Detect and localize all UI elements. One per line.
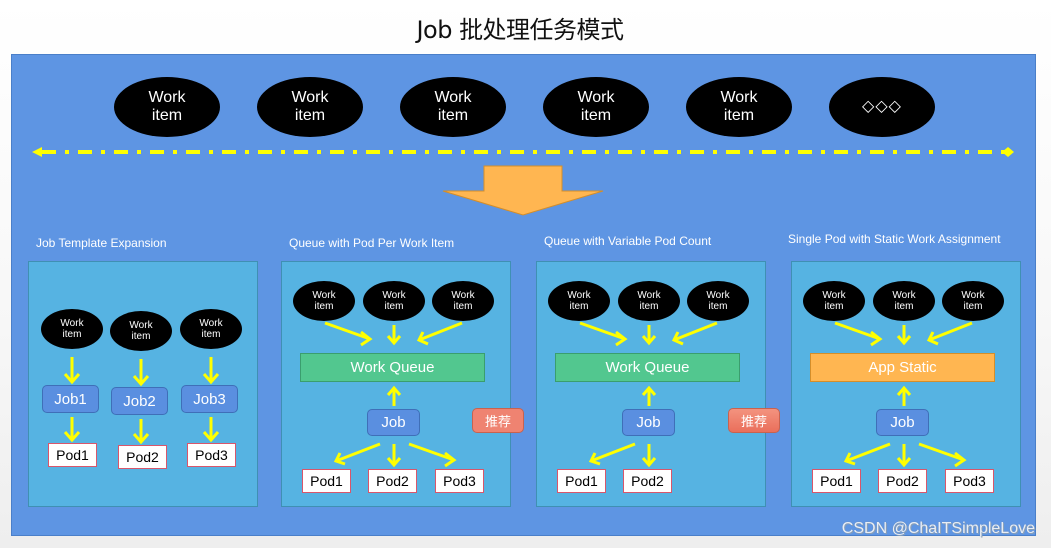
pod-node: Pod1 [812, 469, 861, 493]
down-arrow-icon [63, 417, 81, 443]
job-node: Job3 [181, 385, 238, 413]
diagonal-arrow-icon [918, 442, 967, 468]
job-node: Job2 [111, 387, 168, 415]
diagonal-arrow-icon [324, 321, 373, 347]
pod-node: Pod1 [557, 469, 606, 493]
diagonal-arrow-icon [834, 321, 883, 347]
down-arrow-icon [132, 359, 150, 387]
work-item-label: Work item [199, 317, 223, 341]
section-label-template-expansion: Job Template Expansion [36, 236, 167, 250]
pod-node: Pod2 [623, 469, 672, 493]
pod-node: Pod2 [368, 469, 417, 493]
pod-node: Pod1 [48, 443, 97, 467]
diagonal-arrow-icon [671, 321, 718, 346]
work-item-ellipse: Work item [114, 77, 220, 137]
work-item-ellipse: Work item [543, 77, 649, 137]
work-item-label: Work item [720, 88, 758, 124]
work-item-ellipse: Work item [942, 281, 1004, 321]
down-arrow-icon [202, 357, 220, 385]
diagonal-arrow-icon [579, 321, 628, 347]
work-item-label: Work item [434, 88, 472, 124]
diagonal-arrow-icon [926, 321, 973, 346]
timeline-left-arrowhead-icon [32, 147, 42, 157]
down-arrow-icon [641, 444, 657, 468]
work-item-label: Work item [312, 289, 336, 313]
work-item-ellipse: Work item [803, 281, 865, 321]
work-item-label: Work item [451, 289, 475, 313]
work-item-label: Work item [822, 289, 846, 313]
panel-template-expansion: Work item Work item Work item Job1 Job2 … [28, 261, 258, 507]
work-item-label: Work item [961, 289, 985, 313]
panel-static-assignment: Work item Work item Work item App Static… [791, 261, 1021, 507]
diagonal-arrow-icon [416, 321, 463, 346]
diagonal-arrow-icon [333, 442, 381, 466]
work-queue-node: Work Queue [300, 353, 485, 382]
work-item-label: Work item [129, 319, 153, 343]
recommended-badge: 推荐 [472, 408, 524, 433]
work-item-label: Work item [706, 289, 730, 313]
diagonal-arrow-icon [408, 442, 457, 468]
work-item-ellipse: Work item [110, 311, 172, 351]
work-item-label: Work item [382, 289, 406, 313]
work-item-label: Work item [892, 289, 916, 313]
app-static-node: App Static [810, 353, 995, 382]
diagonal-arrow-icon [843, 442, 891, 466]
work-item-label: Work item [148, 88, 186, 124]
work-item-label: Work item [60, 317, 84, 341]
job-node: Job [622, 409, 675, 436]
diagonal-arrow-icon [588, 442, 636, 466]
work-item-ellipse: Work item [400, 77, 506, 137]
work-item-ellipse: Work item [687, 281, 749, 321]
work-item-label: Work item [567, 289, 591, 313]
pod-node: Pod1 [302, 469, 351, 493]
work-item-label: Work item [291, 88, 329, 124]
up-arrow-icon [386, 385, 402, 406]
job-node: Job [367, 409, 420, 436]
down-arrow-icon [386, 444, 402, 468]
down-arrow-icon [132, 419, 150, 445]
ellipsis-label: ◇◇◇ [862, 97, 902, 115]
big-down-arrow-icon [442, 165, 604, 216]
work-item-ellipse: Work item [180, 309, 242, 349]
work-item-ellipse: Work item [41, 309, 103, 349]
pod-node: Pod2 [118, 445, 167, 469]
job-node: Job [876, 409, 929, 436]
work-item-ellipse: Work item [548, 281, 610, 321]
work-item-ellipse: Work item [873, 281, 935, 321]
section-label-variable-pod: Queue with Variable Pod Count [544, 234, 712, 248]
down-arrow-icon [63, 357, 81, 385]
down-arrow-icon [202, 417, 220, 443]
diagram-canvas: Work item Work item Work item Work item … [11, 54, 1036, 536]
down-arrow-icon [641, 325, 657, 346]
pod-node: Pod3 [945, 469, 994, 493]
panel-variable-pod: Work item Work item Work item Work Queue… [536, 261, 766, 507]
work-item-ellipse: Work item [432, 281, 494, 321]
work-item-label: Work item [637, 289, 661, 313]
up-arrow-icon [896, 385, 912, 406]
down-arrow-icon [896, 325, 912, 346]
up-arrow-icon [641, 385, 657, 406]
section-label-static-assignment: Single Pod with Static Work Assignment [788, 232, 1001, 246]
work-item-ellipse: Work item [363, 281, 425, 321]
down-arrow-icon [896, 444, 912, 468]
work-item-ellipse: Work item [686, 77, 792, 137]
recommended-badge: 推荐 [728, 408, 780, 433]
work-queue-node: Work Queue [555, 353, 740, 382]
timeline-right-diamond-icon [1002, 147, 1014, 157]
watermark: CSDN @ChaITSimpleLove [841, 520, 1035, 537]
panel-pod-per-item: Work item Work item Work item Work Queue… [281, 261, 511, 507]
more-items-ellipse: ◇◇◇ [829, 77, 935, 137]
work-item-ellipse: Work item [293, 281, 355, 321]
section-label-pod-per-item: Queue with Pod Per Work Item [289, 236, 455, 250]
job-node: Job1 [42, 385, 99, 413]
work-item-ellipse: Work item [618, 281, 680, 321]
work-item-label: Work item [577, 88, 615, 124]
diagram-title: Job 批处理任务模式 [416, 16, 624, 44]
work-item-ellipse: Work item [257, 77, 363, 137]
pod-node: Pod2 [878, 469, 927, 493]
pod-node: Pod3 [187, 443, 236, 467]
down-arrow-icon [386, 325, 402, 346]
pod-node: Pod3 [435, 469, 484, 493]
